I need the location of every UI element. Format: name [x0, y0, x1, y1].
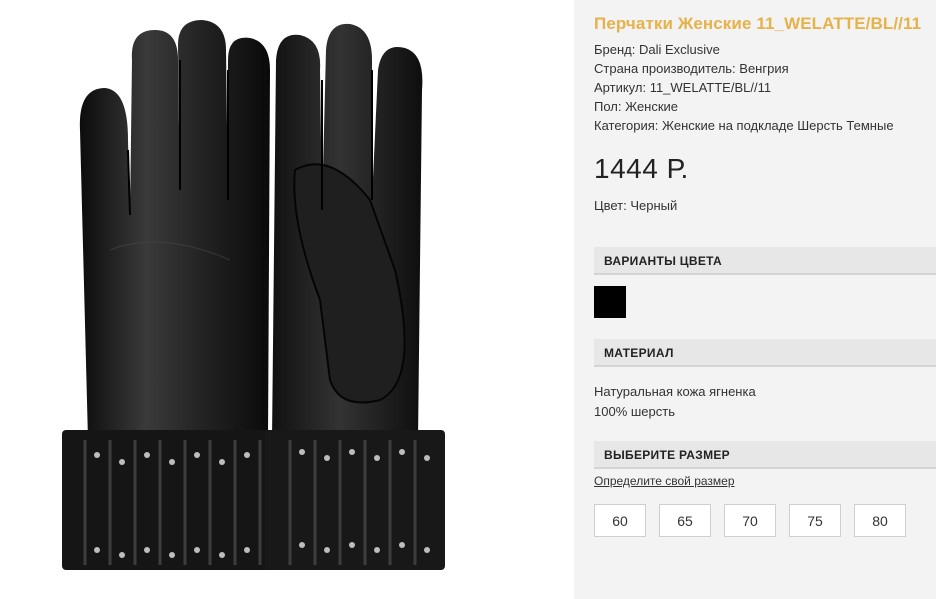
attribute-sku: Артикул: 11_WELATTE/BL//11 [594, 80, 772, 95]
product-info-panel: Перчатки Женские 11_WELATTE/BL//11 Бренд… [574, 0, 936, 599]
attribute-category: Категория: Женские на подкладе Шерсть Те… [594, 118, 894, 133]
attribute-country: Страна производитель: Венгрия [594, 61, 789, 76]
color-variants-title: ВАРИАНТЫ ЦВЕТА [604, 254, 722, 268]
size-button-75[interactable]: 75 [789, 504, 841, 537]
product-image [0, 0, 574, 575]
product-title: Перчатки Женские 11_WELATTE/BL//11 [594, 14, 922, 33]
attribute-brand: Бренд: Dali Exclusive [594, 42, 720, 57]
size-button-80[interactable]: 80 [854, 504, 906, 537]
left-glove-shape [62, 20, 277, 570]
material-list: Натуральная кожа ягненка 100% шерсть [594, 382, 756, 422]
product-color: Цвет: Черный [594, 198, 678, 213]
right-glove-shape [265, 23, 445, 570]
product-price: 1444 Р. [594, 153, 689, 184]
material-title: МАТЕРИАЛ [604, 346, 674, 360]
color-swatch-black[interactable] [594, 286, 626, 318]
size-options: 60 65 70 75 80 [594, 504, 906, 537]
material-line: 100% шерсть [594, 404, 675, 419]
material-header: МАТЕРИАЛ [594, 339, 936, 367]
size-title: ВЫБЕРИТЕ РАЗМЕР [604, 448, 730, 462]
size-guide-link[interactable]: Определите свой размер [594, 474, 735, 488]
product-attributes: Бренд: Dali Exclusive Страна производите… [594, 40, 894, 135]
size-header: ВЫБЕРИТЕ РАЗМЕР [594, 441, 936, 469]
size-button-70[interactable]: 70 [724, 504, 776, 537]
size-button-60[interactable]: 60 [594, 504, 646, 537]
size-button-65[interactable]: 65 [659, 504, 711, 537]
gloves-illustration [62, 20, 445, 570]
material-line: Натуральная кожа ягненка [594, 384, 756, 399]
attribute-gender: Пол: Женские [594, 99, 679, 114]
color-variants-header: ВАРИАНТЫ ЦВЕТА [594, 247, 936, 275]
